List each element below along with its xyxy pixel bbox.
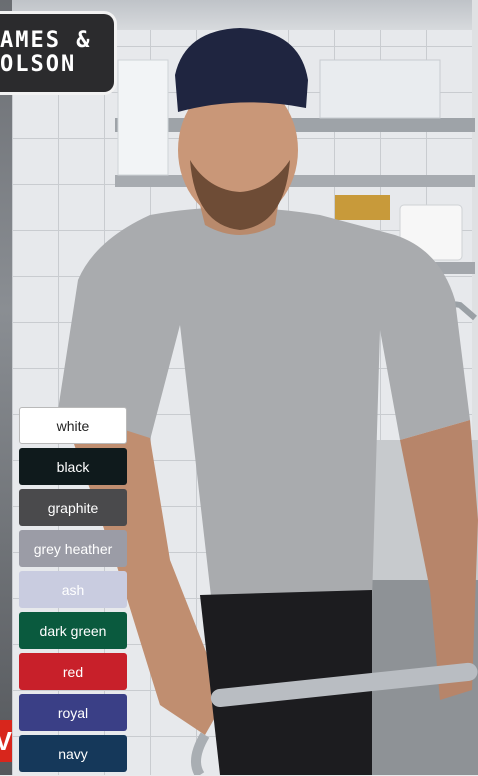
swatch-label: dark green: [39, 622, 107, 639]
color-swatch-black[interactable]: black: [19, 448, 127, 485]
brand-logo: AMES & OLSON: [0, 14, 114, 92]
middle-shelf: [115, 175, 475, 187]
swatch-label: grey heather: [33, 540, 113, 557]
shelf-container: [117, 59, 169, 176]
color-swatch-graphite[interactable]: graphite: [19, 489, 127, 526]
cart-frame: [191, 732, 210, 775]
color-options-list: white black graphite grey heather ash da…: [19, 407, 127, 776]
color-swatch-royal[interactable]: royal: [19, 694, 127, 731]
color-swatch-red[interactable]: red: [19, 653, 127, 690]
badge-text: V: [0, 726, 12, 756]
head-scarf: [175, 28, 308, 112]
color-swatch-white[interactable]: white: [19, 407, 127, 444]
swatch-label: white: [56, 417, 90, 434]
swatch-label: graphite: [47, 499, 99, 516]
logo-line-2: OLSON: [0, 52, 77, 77]
swatch-label: royal: [57, 704, 89, 721]
color-swatch-ash[interactable]: ash: [19, 571, 127, 608]
color-swatch-dark-green[interactable]: dark green: [19, 612, 127, 649]
shelf-jar: [335, 195, 390, 220]
swatch-label: navy: [58, 745, 88, 762]
logo-line-1: AMES &: [0, 28, 92, 53]
swatch-label: red: [62, 663, 84, 680]
corner-badge: V: [0, 720, 12, 762]
color-swatch-grey-heather[interactable]: grey heather: [19, 530, 127, 567]
swatch-label: black: [56, 458, 90, 475]
swatch-label: ash: [61, 581, 85, 598]
shelf-box: [319, 59, 441, 119]
color-swatch-navy[interactable]: navy: [19, 735, 127, 772]
